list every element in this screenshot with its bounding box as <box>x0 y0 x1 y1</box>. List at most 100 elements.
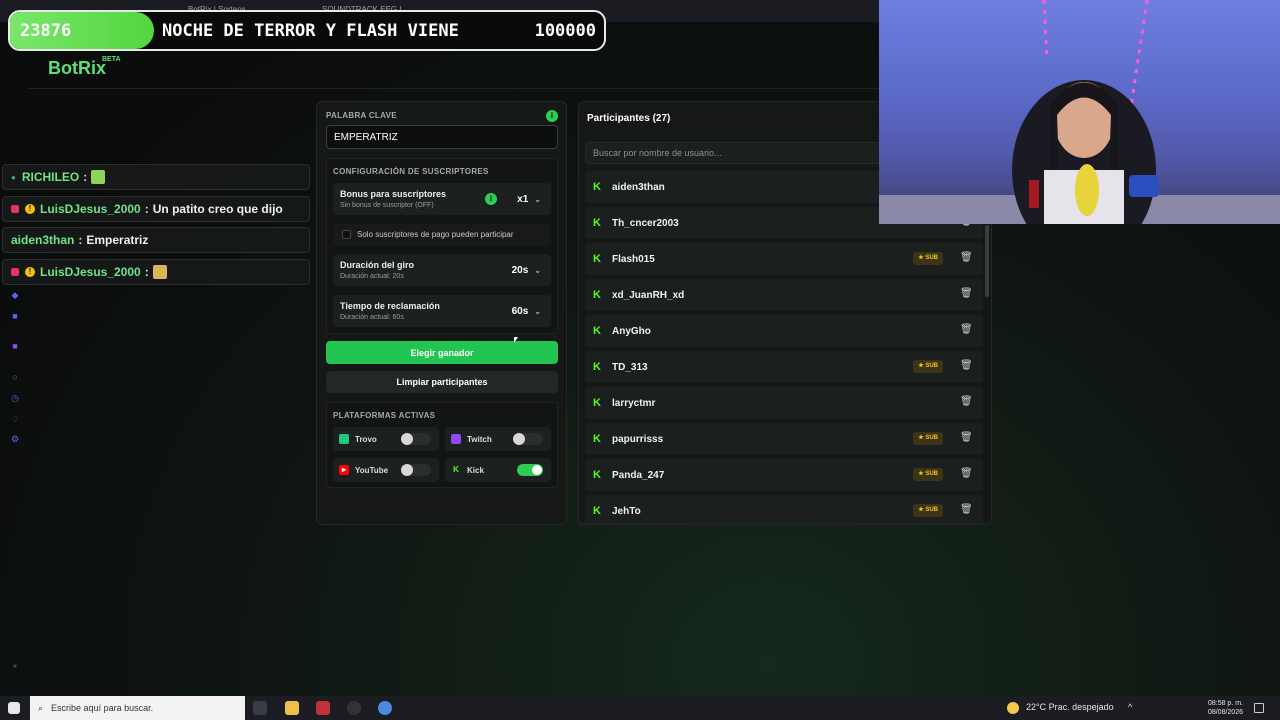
chevron-down-icon: ⌄ <box>534 307 541 316</box>
sub-bonus-select[interactable]: x1 ⌄ <box>517 194 541 205</box>
trash-icon[interactable]: 🗑 <box>960 468 973 480</box>
windows-start-icon[interactable] <box>8 702 20 714</box>
chat-username: RICHILEO <box>21 170 80 184</box>
clock-time: 08:58 p. m. <box>1207 700 1243 707</box>
chrome-icon[interactable] <box>378 701 392 715</box>
active-platforms-label: PLATAFORMAS ACTIVAS <box>333 411 436 420</box>
webcam-image <box>879 0 1280 224</box>
trash-icon[interactable]: 🗑 <box>960 432 973 444</box>
claim-time-setting: Tiempo de reclamación Duración actual: 6… <box>333 295 551 327</box>
claim-time-select[interactable]: 60s ⌄ <box>512 306 541 317</box>
chevron-down-icon: ⌄ <box>534 195 541 204</box>
kick-icon: K <box>593 432 601 445</box>
goal-current-count: 23876 <box>10 12 154 49</box>
spin-duration-title: Duración del giro <box>340 260 415 270</box>
tray-chevron-up-icon[interactable]: ^ <box>1128 702 1132 712</box>
platform-twitch: Twitch <box>445 427 551 451</box>
taskbar-clock[interactable]: 08:58 p. m. 08/08/2026 <box>1208 699 1243 717</box>
app-icon[interactable] <box>347 701 361 715</box>
participant-row[interactable]: K Flash015 ★ SUB 🗑 <box>585 243 983 275</box>
youtube-toggle[interactable] <box>401 464 431 476</box>
platform-kick: K Kick <box>445 458 551 482</box>
chat-separator: : <box>144 265 149 279</box>
chat-emote-icon <box>91 170 106 184</box>
toggle-knob <box>513 433 525 445</box>
participant-row[interactable]: Kpapurrisss ★ SUB 🗑 <box>585 423 983 455</box>
participant-name: aiden3than <box>612 181 665 193</box>
trash-icon[interactable]: 🗑 <box>960 396 973 408</box>
rail-twitch-icon[interactable]: ■ <box>10 341 20 351</box>
trash-icon[interactable]: 🗑 <box>960 504 973 516</box>
chat-separator: : <box>78 233 83 247</box>
rail-bell-icon[interactable]: ♢ <box>10 414 20 424</box>
only-subs-option[interactable]: Solo suscriptores de pago pueden partici… <box>333 224 551 246</box>
subscriber-config-section: CONFIGURACIÓN DE SUSCRIPTORES Bonus para… <box>326 158 558 334</box>
chevron-down-icon: ⌄ <box>534 266 541 275</box>
sub-badge-label: SUB <box>925 471 938 477</box>
mouse-cursor <box>514 337 518 343</box>
clear-participants-button[interactable]: Limpiar participantes <box>326 371 558 393</box>
rail-collapse-icon[interactable]: « <box>10 662 20 672</box>
kick-icon: K <box>451 465 461 475</box>
keyword-input[interactable]: EMPERATRIZ <box>326 125 558 149</box>
participant-row[interactable]: K Panda_247 ★ SUB 🗑 <box>585 459 983 491</box>
participant-name: Panda_247 <box>612 469 665 481</box>
trash-icon[interactable]: 🗑 <box>960 324 973 336</box>
taskbar-search-input[interactable]: ⌕ Escribe aquí para buscar. <box>30 696 245 720</box>
trash-icon[interactable]: 🗑 <box>960 360 973 372</box>
chat-message: aiden3than : Emperatriz <box>2 227 310 253</box>
rail-clock-icon[interactable]: ◷ <box>10 393 20 403</box>
sub-bonus-value: x1 <box>517 194 529 205</box>
goal-title: NOCHE DE TERROR Y FLASH VIENE <box>162 20 459 41</box>
rail-m-icon[interactable]: ■ <box>10 311 20 321</box>
twitch-toggle[interactable] <box>513 433 543 445</box>
chat-username: aiden3than <box>11 233 75 247</box>
rail-circle-icon[interactable]: ○ <box>10 372 20 382</box>
participant-row[interactable]: K TD_313 ★ SUB 🗑 <box>585 351 983 383</box>
sub-badge: ★ SUB <box>913 252 943 265</box>
platform-name: Trovo <box>355 434 377 444</box>
notification-icon[interactable] <box>1254 703 1264 713</box>
chat-message: ! LuisDJesus_2000 : Un patito creo que d… <box>2 196 310 222</box>
spin-duration-select[interactable]: 20s ⌄ <box>512 265 541 276</box>
sub-badge: ★ SUB <box>913 432 943 445</box>
rail-settings-icon[interactable]: ⚙ <box>10 434 20 444</box>
participant-row[interactable]: Klarryctmr 🗑 <box>585 387 983 419</box>
weather-icon[interactable] <box>1007 702 1019 714</box>
obs-app-icon[interactable] <box>316 701 330 715</box>
only-subs-label: Solo suscriptores de pago pueden partici… <box>357 230 514 239</box>
participant-row[interactable]: Kxd_JuanRH_xd 🗑 <box>585 279 983 311</box>
twitch-icon <box>451 434 461 444</box>
keyword-info-icon[interactable]: i <box>546 110 558 122</box>
participant-name: xd_JuanRH_xd <box>612 289 685 301</box>
file-explorer-icon[interactable] <box>285 701 299 715</box>
sub-bonus-info-icon[interactable]: i <box>485 193 497 205</box>
kick-icon: K <box>593 180 601 193</box>
rail-discord-icon[interactable]: ◆ <box>10 290 20 300</box>
chat-message: ! LuisDJesus_2000 : <box>2 259 310 285</box>
botrix-logo: BotRix BETA <box>48 56 121 79</box>
kick-icon: K <box>593 468 601 481</box>
trash-icon[interactable]: 🗑 <box>960 252 973 264</box>
participant-name: Th_cncer2003 <box>612 217 679 229</box>
participant-row[interactable]: K JehTo ★ SUB 🗑 <box>585 495 983 524</box>
platform-trovo: Trovo <box>333 427 439 451</box>
platform-name: Kick <box>467 465 484 475</box>
only-subs-checkbox[interactable] <box>342 230 351 239</box>
claim-time-title: Tiempo de reclamación <box>340 301 440 311</box>
kick-toggle[interactable] <box>517 464 543 476</box>
pick-winner-button[interactable]: Elegir ganador <box>326 341 558 364</box>
chat-text: Emperatriz <box>86 233 149 247</box>
participants-scrollbar[interactable] <box>985 225 989 297</box>
chat-text: Un patito creo que dijo <box>152 202 283 216</box>
trash-icon[interactable]: 🗑 <box>960 288 973 300</box>
chat-separator: : <box>144 202 149 216</box>
participant-name: larryctmr <box>612 397 656 409</box>
chat-emote-icon <box>152 265 167 279</box>
platform-name: YouTube <box>355 465 389 475</box>
participant-row[interactable]: K AnyGho 🗑 <box>585 315 983 347</box>
task-view-icon[interactable] <box>253 701 267 715</box>
trovo-toggle[interactable] <box>401 433 431 445</box>
kick-icon: K <box>593 396 601 409</box>
weather-text[interactable]: 22°C Prac. despejado <box>1026 702 1114 712</box>
